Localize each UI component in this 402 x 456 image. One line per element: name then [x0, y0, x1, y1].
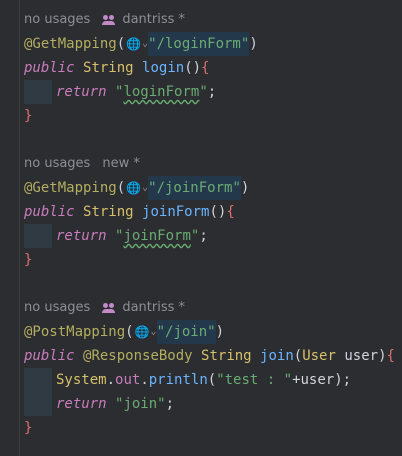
route-path[interactable]: /join — [165, 324, 207, 340]
closing-brace: } — [24, 108, 33, 124]
return-keyword: return — [56, 84, 107, 100]
param-name: user — [344, 348, 379, 364]
globe-icon[interactable]: 🌐 — [126, 32, 141, 56]
code-vision-hint[interactable]: no usages dantriss * — [24, 296, 402, 320]
code-line-empty[interactable] — [24, 272, 402, 296]
modifier-keyword: public — [24, 60, 75, 76]
system-class: System — [56, 372, 107, 388]
code-line-signature[interactable]: public String login(){ — [24, 56, 402, 80]
response-body-annotation: @ResponseBody — [83, 348, 193, 364]
string-literal: joinForm — [123, 228, 191, 244]
return-type: String — [83, 204, 134, 220]
method-name[interactable]: joinForm — [142, 200, 209, 224]
println-method: println — [148, 372, 208, 388]
usages-hint[interactable]: no usages — [24, 8, 90, 32]
annotation: @GetMapping — [24, 36, 117, 52]
globe-icon[interactable]: 🌐 — [135, 320, 150, 344]
out-field: out — [115, 372, 141, 388]
modifier-keyword: public — [24, 204, 75, 220]
indent-guide — [24, 80, 52, 104]
annotation: @PostMapping — [24, 324, 126, 340]
annotation: @GetMapping — [24, 180, 117, 196]
closing-brace: } — [24, 252, 33, 268]
return-keyword: return — [56, 396, 107, 412]
code-line-close[interactable]: } — [24, 248, 402, 272]
globe-icon[interactable]: 🌐 — [126, 176, 141, 200]
route-path[interactable]: /joinForm — [157, 180, 233, 196]
users-icon — [102, 303, 116, 313]
usages-hint[interactable]: no usages — [24, 296, 90, 320]
code-line-annotation[interactable]: @GetMapping(🌐 ⌄ "/loginForm") — [24, 32, 402, 56]
usages-hint[interactable]: no usages — [24, 152, 90, 176]
method-name[interactable]: login — [142, 56, 184, 80]
code-line-return[interactable]: return "join"; — [24, 392, 402, 416]
return-type: String — [83, 60, 134, 76]
code-line-return[interactable]: return "loginForm"; — [24, 80, 402, 104]
code-line-signature[interactable]: public @ResponseBody String join(User us… — [24, 344, 402, 368]
code-line-empty[interactable] — [24, 128, 402, 152]
code-vision-hint[interactable]: no usages new * — [24, 152, 402, 176]
modifier-keyword: public — [24, 348, 75, 364]
editor-gutter[interactable] — [0, 0, 20, 456]
code-line-close[interactable]: } — [24, 416, 402, 440]
code-line-annotation[interactable]: @GetMapping(🌐 ⌄ "/joinForm") — [24, 176, 402, 200]
code-line-signature[interactable]: public String joinForm(){ — [24, 200, 402, 224]
method-name[interactable]: join — [260, 344, 294, 368]
concat-expression: +user — [292, 372, 335, 388]
code-line-println[interactable]: System. out. println("test : " +user); — [24, 368, 402, 392]
code-editor[interactable]: no usages dantriss * @GetMapping(🌐 ⌄ "/log… — [0, 0, 402, 456]
string-literal: join — [123, 396, 158, 412]
author-hint[interactable]: dantriss * — [122, 296, 185, 320]
author-hint[interactable]: new * — [102, 152, 140, 176]
param-type: User — [302, 348, 336, 364]
route-path[interactable]: /loginForm — [157, 36, 241, 52]
code-vision-hint[interactable]: no usages dantriss * — [24, 8, 402, 32]
string-literal: "test : " — [216, 372, 293, 388]
return-keyword: return — [56, 228, 107, 244]
return-type: String — [201, 348, 252, 364]
code-line-annotation[interactable]: @PostMapping(🌐 ⌄ "/join") — [24, 320, 402, 344]
indent-guide — [24, 368, 52, 392]
users-icon — [102, 15, 116, 25]
code-line-return[interactable]: return "joinForm"; — [24, 224, 402, 248]
string-literal: loginForm — [123, 84, 200, 100]
author-hint[interactable]: dantriss * — [122, 8, 185, 32]
indent-guide — [24, 224, 52, 248]
code-line[interactable] — [24, 0, 402, 8]
closing-brace: } — [24, 420, 33, 436]
code-lines[interactable]: no usages dantriss * @GetMapping(🌐 ⌄ "/log… — [24, 0, 402, 440]
indent-guide — [24, 392, 52, 416]
code-line-close[interactable]: } — [24, 104, 402, 128]
